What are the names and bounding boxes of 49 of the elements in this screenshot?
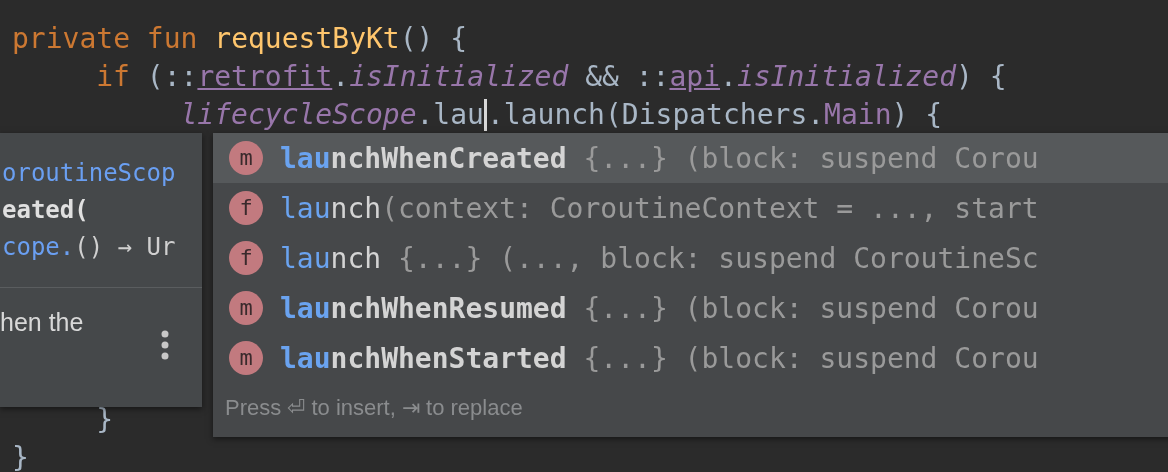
completion-item[interactable]: m launchWhenResumed {...} (block: suspend Corou [213, 283, 1168, 333]
text-caret [483, 99, 487, 131]
completion-detail: {...} (block: suspend Corou [582, 341, 1039, 375]
extension-token: lifecycleScope [180, 97, 417, 133]
code-text: () → Ur [74, 233, 176, 261]
completion-name: launch [280, 241, 382, 275]
completion-name: launch [280, 191, 382, 225]
completion-name: launchWhenStarted [280, 341, 567, 375]
completion-item[interactable]: m launchWhenCreated {...} (block: suspend Corou [213, 133, 1168, 183]
function-icon: f [229, 191, 263, 225]
code-text: ) { [956, 59, 1007, 95]
extension-token: isInitialized [736, 59, 957, 95]
completion-item[interactable]: f launch {...} (..., block: suspend CoroutineSc [213, 233, 1168, 283]
method-icon: m [229, 291, 263, 325]
code-text: . [720, 59, 737, 95]
keyword-token: fun [146, 21, 199, 57]
type-text: oroutineScop [2, 159, 176, 187]
code-text: .launch(Dispatchers. [486, 97, 825, 133]
extension-token: isInitialized [349, 59, 569, 95]
keyword-token: if [96, 59, 131, 95]
hint-text: Press ⏎ to insert, ⇥ to replace [224, 394, 524, 421]
code-text: () { [399, 21, 468, 57]
function-name: requestByKt [214, 21, 400, 57]
completion-name: launchWhenResumed [280, 291, 567, 325]
constant-token: Main [824, 97, 892, 133]
completion-name: launchWhenCreated [280, 141, 567, 175]
closing-brace: } [12, 440, 29, 472]
completion-item[interactable]: f launch(context: CoroutineContext = ..., start [213, 183, 1168, 233]
property-token: retrofit [197, 59, 333, 95]
type-text: cope. [2, 233, 75, 261]
code-text: ) { [891, 97, 943, 133]
completion-detail: {...} (..., block: suspend CoroutineSc [397, 241, 1039, 275]
function-icon: f [229, 241, 263, 275]
keyword-token: private [12, 21, 131, 57]
completion-detail: {...} (block: suspend Corou [582, 291, 1039, 325]
name-text: eated( [2, 196, 89, 224]
property-token: api [669, 59, 720, 95]
completion-detail: {...} (block: suspend Corou [582, 141, 1039, 175]
more-options-icon[interactable] [160, 329, 170, 361]
code-text: (:: [146, 59, 198, 95]
closing-brace: } [96, 402, 114, 438]
completion-item[interactable]: m launchWhenStarted {...} (block: suspend Corou [213, 333, 1168, 383]
method-icon: m [229, 341, 263, 375]
description-text: hen the [0, 308, 84, 336]
code-text: .lau [416, 97, 484, 133]
code-text: && :: [584, 59, 670, 95]
code-text: . [332, 59, 350, 95]
completion-detail: (context: CoroutineContext = ..., start [381, 191, 1039, 225]
method-icon: m [229, 141, 263, 175]
